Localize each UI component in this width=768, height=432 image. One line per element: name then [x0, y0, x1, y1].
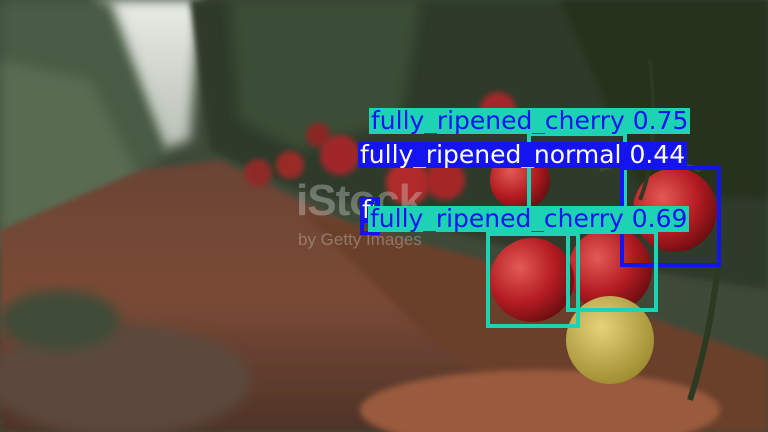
detection-class: fully_ripened_normal: [360, 142, 622, 168]
detection-class: fully_ripened_cherry: [371, 108, 625, 134]
detection-scene: iStock by Getty Images fully_ripened_che…: [0, 0, 768, 432]
detection-class: fully_ripened_cherry: [370, 206, 624, 232]
detection-box: [486, 232, 580, 328]
detection-confidence: 0.69: [631, 206, 688, 232]
detection-label: fully_ripened_cherry 0.75: [369, 108, 691, 134]
detection-label: fully_ripened_normal 0.44: [358, 142, 688, 168]
detection-confidence: 0.75: [632, 108, 689, 134]
detection-confidence: 0.44: [629, 142, 686, 168]
detection-label: fully_ripened_cherry 0.69: [368, 206, 690, 232]
